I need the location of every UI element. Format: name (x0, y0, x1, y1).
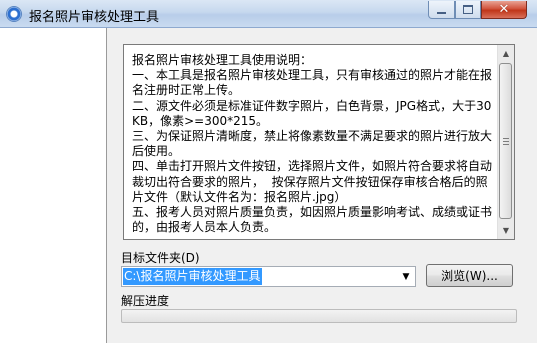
browse-button[interactable]: 浏览(W)... (426, 264, 513, 287)
grip-icon (502, 137, 509, 145)
up-arrow-icon[interactable]: ▲ (498, 45, 514, 62)
target-folder-path[interactable]: C:\报名照片审核处理工具 (123, 268, 263, 285)
scrollbar-thumb[interactable] (499, 63, 512, 219)
down-arrow-icon[interactable]: ▼ (498, 222, 514, 239)
vertical-scrollbar[interactable]: ▲ ▼ (497, 45, 514, 239)
app-icon (6, 6, 22, 22)
window-title: 报名照片审核处理工具 (29, 10, 160, 25)
instructions-text: 报名照片审核处理工具使用说明： 一、本工具是报名照片审核处理工具，只有审核通过的… (132, 53, 493, 235)
progress-label: 解压进度 (121, 294, 170, 308)
close-button[interactable]: ✕ (481, 1, 527, 19)
instructions-textbox[interactable]: 报名照片审核处理工具使用说明： 一、本工具是报名照片审核处理工具，只有审核通过的… (123, 44, 515, 240)
maximize-button[interactable] (455, 1, 481, 19)
maximize-icon (463, 5, 473, 14)
minimize-icon (437, 11, 446, 14)
extract-progress-bar (121, 309, 517, 323)
target-folder-combobox[interactable]: C:\报名照片审核处理工具 ▼ (121, 266, 416, 287)
minimize-button[interactable] (428, 1, 455, 19)
close-icon: ✕ (498, 2, 510, 17)
dropdown-arrow-icon[interactable]: ▼ (399, 269, 413, 284)
left-banner-panel (0, 28, 107, 343)
target-folder-label: 目标文件夹(D) (121, 251, 200, 265)
title-bar: 报名照片审核处理工具 ✕ (0, 0, 537, 28)
